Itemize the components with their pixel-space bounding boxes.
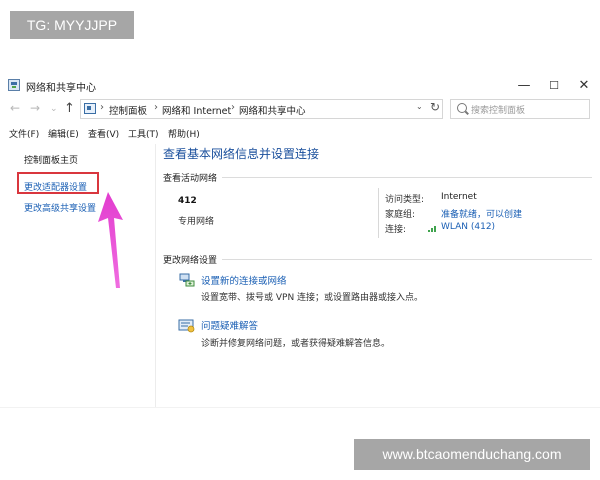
search-icon (457, 103, 467, 113)
close-button[interactable]: ✕ (566, 76, 600, 96)
forward-arrow-icon[interactable]: → (30, 101, 40, 115)
troubleshoot-icon (178, 319, 195, 333)
search-placeholder[interactable]: 搜索控制面板 (471, 103, 525, 116)
menu-edit[interactable]: 编辑(E) (48, 127, 79, 140)
watermark-bottom: www.btcaomenduchang.com (354, 439, 590, 470)
recent-locations-icon[interactable]: ⌄ (50, 104, 58, 114)
access-type-label: 访问类型: (385, 195, 425, 205)
up-arrow-icon[interactable]: ↑ (64, 101, 75, 116)
highlight-box (17, 172, 99, 194)
network-center-icon (8, 79, 20, 91)
homegroup-link[interactable]: 准备就绪，可以创建 (441, 207, 522, 220)
troubleshoot-desc: 诊断并修复网络问题，或者获得疑难解答信息。 (201, 339, 391, 349)
new-connection-icon (179, 273, 195, 287)
troubleshoot-link[interactable]: 问题疑难解答 (201, 318, 258, 332)
new-connection-desc: 设置宽带、拨号或 VPN 连接；或设置路由器或接入点。 (201, 293, 424, 303)
breadcrumb-separator: › (154, 102, 158, 113)
menu-file[interactable]: 文件(F) (9, 127, 39, 140)
homegroup-label: 家庭组: (385, 210, 416, 220)
network-type: 专用网络 (178, 217, 215, 227)
control-panel-icon (84, 103, 96, 114)
breadcrumb-sharing-center[interactable]: 网络和共享中心 (239, 103, 306, 117)
page-title: 查看基本网络信息并设置连接 (163, 147, 320, 161)
sidebar-item-advanced-sharing[interactable]: 更改高级共享设置 (24, 201, 96, 214)
network-name: 412 (178, 196, 197, 206)
sidebar-item-home[interactable]: 控制面板主页 (24, 153, 78, 166)
watermark-top: TG: MYYJJPP (10, 11, 134, 39)
window-title: 网络和共享中心 (26, 83, 96, 94)
new-connection-link[interactable]: 设置新的连接或网络 (201, 273, 287, 287)
window-bottom-edge (0, 407, 600, 408)
connection-label: 连接: (385, 225, 407, 235)
section-divider (222, 259, 592, 260)
wifi-signal-icon (428, 226, 436, 232)
breadcrumb-network-internet[interactable]: 网络和 Internet (162, 103, 231, 117)
back-arrow-icon[interactable]: ← (10, 101, 20, 115)
section-divider (222, 177, 592, 178)
change-settings-section: 更改网络设置 (163, 256, 218, 266)
refresh-icon[interactable]: ↻ (430, 100, 440, 114)
active-network-section: 查看活动网络 (163, 174, 218, 184)
menu-help[interactable]: 帮助(H) (168, 127, 200, 140)
info-divider (378, 188, 379, 238)
breadcrumb-control-panel[interactable]: 控制面板 (109, 103, 147, 117)
breadcrumb-separator: › (100, 102, 104, 113)
address-dropdown-icon[interactable]: ⌄ (416, 102, 423, 111)
sidebar-divider (155, 144, 156, 408)
menu-view[interactable]: 查看(V) (88, 127, 119, 140)
access-type-value: Internet (441, 192, 477, 202)
pointer-arrow (98, 192, 123, 288)
wlan-connection-link[interactable]: WLAN (412) (441, 222, 495, 232)
menu-tools[interactable]: 工具(T) (128, 127, 159, 140)
breadcrumb-separator: › (231, 102, 235, 113)
